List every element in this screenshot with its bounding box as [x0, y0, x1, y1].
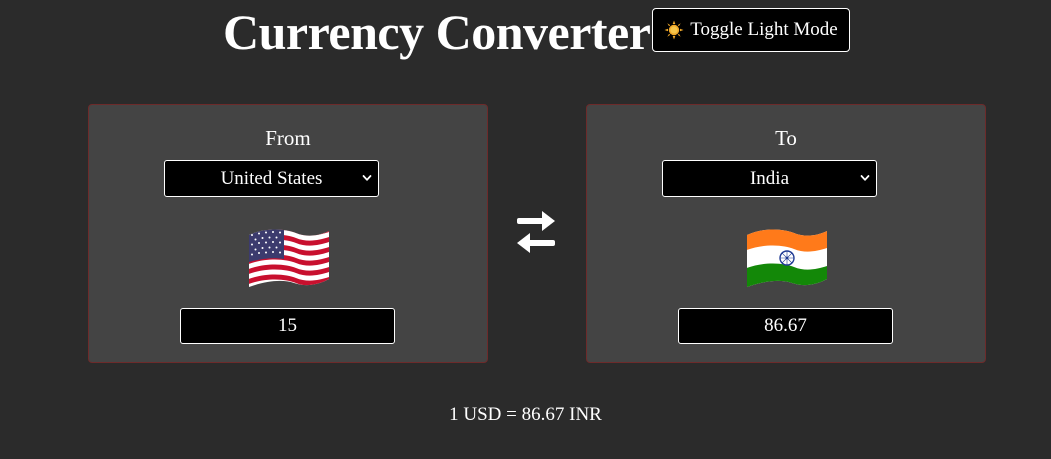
from-label: From	[265, 126, 311, 150]
chevron-down-icon	[860, 175, 870, 181]
page-title: Currency Converter	[223, 4, 651, 60]
to-panel: To India 86.67	[586, 104, 986, 363]
swap-arrows-icon[interactable]	[512, 210, 560, 256]
from-panel: From United States 15	[88, 104, 488, 363]
sun-icon	[664, 20, 684, 40]
exchange-rate-text: 1 USD = 86.67 INR	[449, 404, 602, 425]
toggle-light-mode-label: Toggle Light Mode	[690, 19, 838, 40]
to-amount-value: 86.67	[764, 315, 807, 336]
from-amount-input[interactable]: 15	[180, 308, 395, 344]
to-amount-input[interactable]: 86.67	[678, 308, 893, 344]
from-amount-value: 15	[278, 315, 297, 336]
india-flag-icon	[747, 229, 827, 287]
us-flag-icon	[249, 229, 329, 287]
to-country-select[interactable]: India	[662, 160, 877, 197]
from-country-select[interactable]: United States	[164, 160, 379, 197]
toggle-light-mode-button[interactable]: Toggle Light Mode	[652, 8, 850, 52]
chevron-down-icon	[362, 175, 372, 181]
currency-converter-page: Currency Converter Toggle Light Mode Fro…	[0, 0, 1051, 459]
from-country-value: United States	[220, 167, 323, 189]
to-label: To	[775, 126, 797, 150]
to-country-value: India	[749, 167, 790, 189]
